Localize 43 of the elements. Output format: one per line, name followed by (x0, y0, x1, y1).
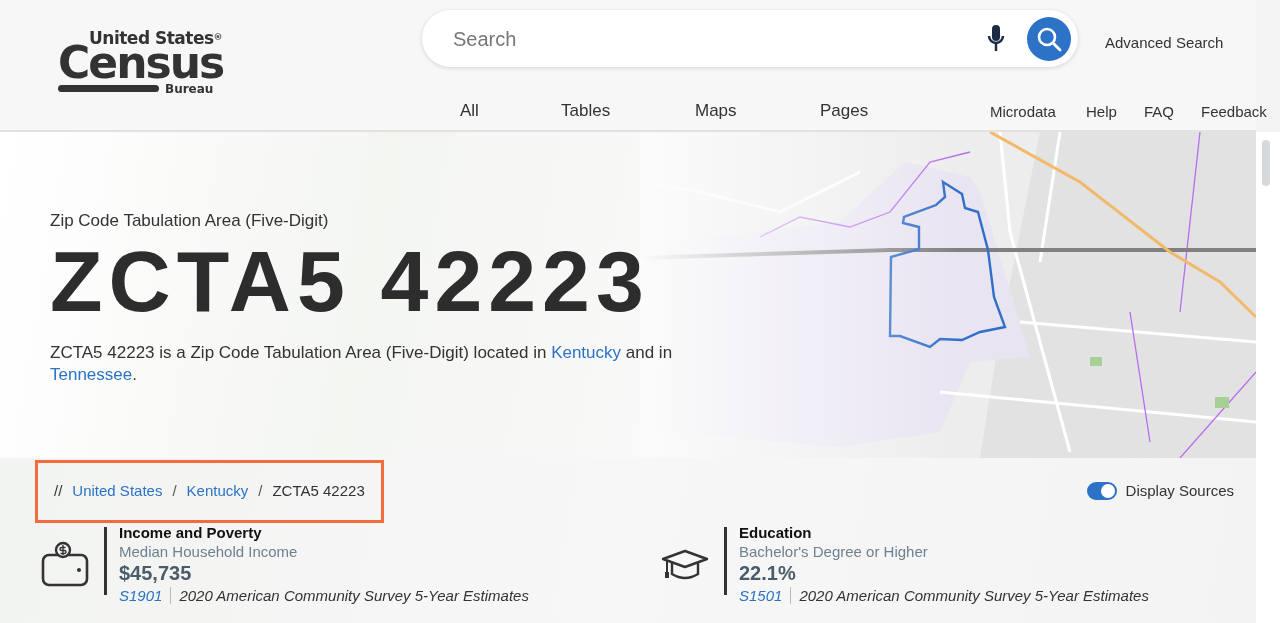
place-link[interactable]: Tennessee (50, 365, 133, 385)
nav-tab[interactable]: Pages (820, 98, 869, 124)
breadcrumb-link[interactable]: United States (72, 480, 163, 503)
nav-link[interactable]: FAQ (1144, 101, 1174, 124)
nav-tab[interactable]: Tables (561, 98, 611, 124)
stat-category: Income and Poverty (119, 522, 263, 542)
divider-bar (724, 526, 727, 595)
search-input[interactable]: Search (451, 22, 987, 55)
source-text: 2020 American Community Survey 5-Year Estimates (799, 585, 1149, 606)
place-link[interactable]: Kentucky (551, 342, 622, 362)
table-link[interactable]: S1901 (119, 584, 163, 607)
nav-tab[interactable]: All (460, 98, 479, 124)
stat-measure: Bachelor's Degree or Higher (739, 541, 929, 561)
toggle-label: Display Sources (1125, 481, 1234, 501)
breadcrumb-current: ZCTA5 42223 (272, 481, 365, 501)
stat-value: $45,735 (119, 560, 193, 585)
stat-measure: Median Household Income (119, 541, 299, 561)
source-text: 2020 American Community Survey 5-Year Estimates (179, 585, 529, 606)
logo-text[interactable]: Bureau (165, 83, 214, 95)
search-bar[interactable]: Search (422, 10, 1078, 67)
divider-bar (104, 526, 107, 595)
search-button[interactable] (1027, 16, 1071, 61)
breadcrumb-separator: / (258, 481, 263, 501)
wallet-icon (41, 540, 89, 589)
microphone-icon[interactable] (987, 25, 1005, 52)
nav-link[interactable]: Feedback (1201, 101, 1267, 124)
toggle-switch[interactable] (1086, 482, 1117, 501)
description-text: ZCTA5 42223 is a Zip Code Tabulation Area (Five-Digit) located in Kentucky and in Tennessee. (50, 341, 674, 387)
search-icon (1036, 25, 1062, 52)
breadcrumb-link[interactable]: Kentucky (186, 480, 249, 503)
page-title: ZCTA5 42223 (50, 237, 651, 324)
table-link[interactable]: S1501 (739, 584, 783, 607)
nav-tab[interactable]: Maps (695, 98, 737, 124)
stat-category: Education (739, 522, 813, 542)
advanced-search-link[interactable]: Advanced Search (1105, 32, 1224, 55)
stat-value: 22.1% (739, 560, 797, 585)
page-subtitle: Zip Code Tabulation Area (Five-Digit) (50, 210, 330, 232)
breadcrumb-separator: / (172, 481, 177, 501)
nav-link[interactable]: Help (1086, 101, 1117, 124)
breadcrumb-prefix: // (54, 481, 63, 501)
scrollbar-thumb[interactable] (1262, 140, 1270, 186)
scrollbar[interactable] (1256, 132, 1280, 623)
nav-link[interactable]: Microdata (990, 101, 1056, 124)
